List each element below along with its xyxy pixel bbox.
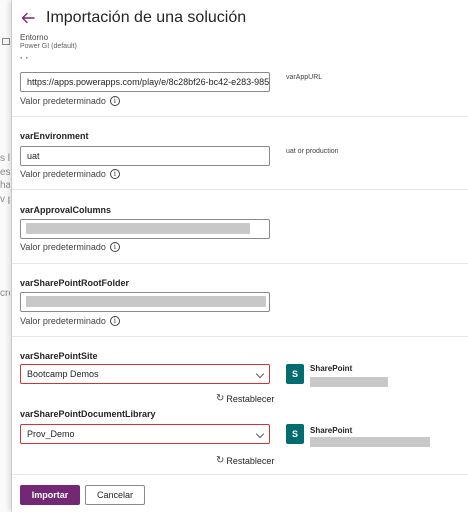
- default-value-label: Valor predeterminado: [20, 316, 106, 326]
- bg-text-fragment: ha: [0, 180, 10, 191]
- info-icon[interactable]: i: [109, 169, 120, 179]
- connection-label: varSharePointSite: [20, 351, 98, 361]
- default-value-row: Valor predeterminado i: [20, 242, 120, 252]
- reset-button[interactable]: ↻ Restablecer: [216, 393, 274, 404]
- default-value-row: Valor predeterminado i: [20, 169, 120, 179]
- background-page: s la es e ha v pl cre: [0, 0, 12, 512]
- cancel-button[interactable]: Cancelar: [85, 485, 145, 505]
- info-icon[interactable]: i: [109, 242, 120, 252]
- default-value-label: Valor predeterminado: [20, 169, 106, 179]
- reset-label: Restablecer: [226, 393, 275, 404]
- bg-text-fragment: es e: [0, 167, 10, 178]
- environment-label: Entorno: [20, 33, 49, 42]
- import-solution-panel: Importación de una solución Entorno Powe…: [12, 0, 468, 512]
- connection-label: varSharePointDocumentLibrary: [20, 409, 156, 419]
- default-value-row: Valor predeterminado i: [20, 316, 120, 326]
- variable-label: varApprovalColumns: [20, 205, 112, 215]
- divider: [12, 189, 468, 190]
- redacted-value: [26, 296, 266, 307]
- refresh-icon: ↻: [216, 455, 225, 466]
- default-value-label: Valor predeterminado: [20, 242, 106, 252]
- bg-text-fragment: s la: [0, 153, 10, 164]
- bg-text-fragment: v pl: [0, 194, 10, 205]
- sharepoint-logo-icon: S: [286, 424, 307, 444]
- variable-description: uat or production: [286, 148, 339, 155]
- bg-text-fragment: cre: [0, 288, 10, 299]
- variable-label: varSharePointRootFolder: [20, 278, 130, 288]
- connector-name: SharePoint: [310, 364, 353, 373]
- default-value-label: Valor predeterminado: [20, 96, 106, 106]
- sharepoint-logo-icon: S: [286, 364, 307, 384]
- environment-value: Power GI (default): [20, 43, 77, 50]
- mail-icon: [2, 38, 10, 45]
- refresh-icon: ↻: [216, 393, 225, 404]
- reset-button[interactable]: ↻ Restablecer: [216, 455, 274, 466]
- connector-name: SharePoint: [310, 426, 353, 435]
- default-value-row: Valor predeterminado i: [20, 96, 120, 106]
- variable-value-input[interactable]: uat: [20, 146, 270, 166]
- import-button[interactable]: Importar: [20, 485, 80, 505]
- reset-label: Restablecer: [226, 455, 275, 466]
- panel-title: Importación de una solución: [46, 9, 247, 26]
- dropdown-selected-value: Prov_Demo: [27, 429, 75, 439]
- divider: [12, 336, 468, 337]
- redacted-connection-account: [310, 437, 430, 447]
- panel-header: Importación de una solución: [20, 9, 246, 27]
- redacted-value: [26, 223, 250, 234]
- info-icon[interactable]: i: [109, 316, 120, 326]
- connection-dropdown[interactable]: Prov_Demo: [20, 424, 270, 444]
- variable-description: varAppURL: [286, 74, 323, 81]
- scrolled-field-label: · ·: [20, 56, 29, 63]
- variable-label: varEnvironment: [20, 131, 89, 141]
- divider: [12, 263, 468, 264]
- dropdown-selected-value: Bootcamp Demos: [27, 369, 99, 379]
- panel-footer: Importar Cancelar: [12, 474, 468, 512]
- connection-dropdown[interactable]: Bootcamp Demos: [20, 364, 270, 384]
- info-icon[interactable]: i: [109, 96, 120, 106]
- back-arrow-icon[interactable]: [20, 10, 36, 26]
- variables-scroll-area[interactable]: · · https://apps.powerapps.com/play/e/8c…: [12, 56, 468, 474]
- chevron-down-icon: [255, 429, 265, 439]
- redacted-connection-account: [310, 377, 388, 387]
- variable-value-input[interactable]: https://apps.powerapps.com/play/e/8c28bf…: [20, 72, 270, 92]
- chevron-down-icon: [255, 369, 265, 379]
- divider: [12, 116, 468, 117]
